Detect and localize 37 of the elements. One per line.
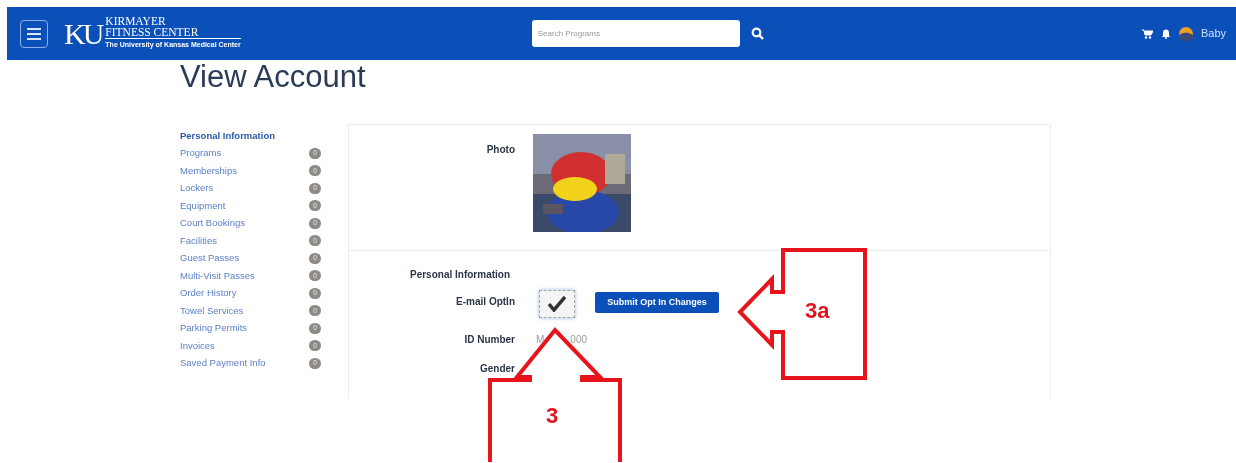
sidebar-link[interactable]: Order History (180, 286, 237, 301)
bell-icon[interactable] (1160, 28, 1171, 39)
sidebar-link[interactable]: Equipment (180, 198, 226, 213)
sidebar-link[interactable]: Parking Permits (180, 321, 248, 336)
sidebar-link[interactable]: Programs (180, 146, 222, 161)
field-label: Photo (485, 143, 515, 157)
user-name[interactable]: Baby (1200, 25, 1226, 42)
cart-icon[interactable] (1141, 28, 1153, 39)
sidebar-link[interactable]: Invoices (180, 338, 215, 353)
page-title: View Account (180, 61, 366, 92)
sidebar-link[interactable]: Personal Information (180, 128, 275, 143)
sidebar-link[interactable]: Facilities (180, 233, 217, 248)
callout-label: 3a (805, 298, 830, 323)
checkbox[interactable] (539, 290, 575, 318)
id-value: 000 (570, 333, 588, 347)
sidebar-link[interactable]: Memberships (180, 163, 238, 178)
sidebar-link[interactable]: Saved Payment Info (180, 356, 266, 371)
sidebar-link[interactable]: Lockers (180, 181, 214, 196)
callout-label: 3 (546, 403, 559, 428)
field-label: E-mail OptIn (455, 295, 515, 309)
section-heading: Personal Information (410, 269, 510, 280)
logo-title: FITNESS CENTER (105, 27, 200, 39)
field-label: ID Number (463, 333, 515, 347)
id-value: M (536, 333, 545, 347)
search-field[interactable]: Search Programs (531, 20, 740, 47)
submit-button[interactable]: Submit Opt In Changes (595, 292, 719, 313)
user-avatar[interactable] (1178, 26, 1193, 41)
check-icon (548, 296, 566, 312)
logo-title: KIRMAYER (105, 16, 167, 28)
sidebar-link[interactable]: Multi-Visit Passes (180, 268, 255, 283)
menu-button[interactable] (20, 19, 48, 48)
sidebar-link[interactable]: Towel Services (180, 303, 244, 318)
logo-mark: KU (64, 18, 102, 49)
sidebar-link[interactable]: Guest Passes (180, 251, 240, 266)
field-label: Gender (479, 362, 515, 376)
search-icon[interactable] (750, 27, 764, 40)
sidebar-link[interactable]: Court Bookings (180, 216, 245, 231)
